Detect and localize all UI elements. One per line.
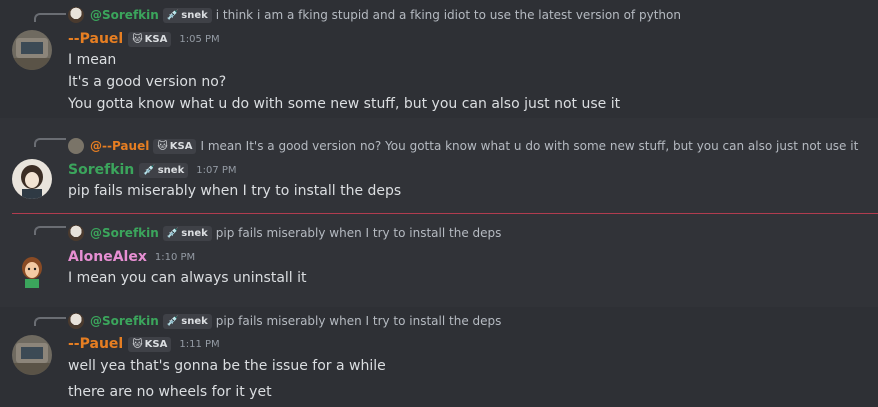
reply-text: i think i am a fking stupid and a fking …	[215, 8, 681, 22]
message-line: It's a good version no?	[68, 74, 227, 90]
pauel-avatar[interactable]	[12, 30, 52, 70]
reply-author[interactable]: @Sorefkin	[90, 8, 159, 22]
reply-connector	[34, 138, 66, 147]
sorefkin-mini-avatar	[68, 313, 84, 329]
username[interactable]: --Pauel	[68, 31, 123, 47]
reply-connector	[34, 317, 66, 326]
timestamp: 1:05 PM	[179, 33, 220, 45]
message-1[interactable]: @Sorefkin 💉 snek i think i am a fking stu…	[0, 0, 878, 118]
message-header: Sorefkin 💉 snek 1:07 PM	[68, 160, 237, 180]
username[interactable]: AloneAlex	[68, 249, 147, 265]
cat-icon: 🐱	[132, 33, 143, 45]
new-messages-divider	[12, 213, 878, 214]
cat-icon: 🐱	[132, 338, 143, 350]
syringe-icon: 💉	[166, 9, 180, 21]
message-2[interactable]: @--Pauel 🐱 KSA I mean It's a good version…	[0, 130, 878, 210]
syringe-icon: 💉	[166, 227, 180, 239]
reply-preview[interactable]: @Sorefkin 💉 snek i think i am a fking stu…	[68, 6, 681, 24]
role-tag: 💉 snek	[139, 162, 189, 178]
pauel-mini-avatar	[68, 138, 84, 154]
reply-preview[interactable]: @Sorefkin 💉 snek pip fails miserably when…	[68, 312, 501, 330]
reply-preview[interactable]: @--Pauel 🐱 KSA I mean It's a good version…	[68, 137, 858, 155]
pauel-avatar[interactable]	[12, 335, 52, 375]
username[interactable]: --Pauel	[68, 336, 123, 352]
message-line: pip fails miserably when I try to instal…	[68, 183, 402, 199]
reply-author[interactable]: @Sorefkin	[90, 314, 159, 328]
message-header: --Pauel 🐱 KSA 1:05 PM	[68, 29, 220, 49]
role-tag: 💉 snek	[162, 225, 212, 241]
syringe-icon: 💉	[143, 164, 156, 176]
role-tag: 🐱 KSA	[128, 336, 172, 352]
role-tag: 🐱 KSA	[153, 138, 197, 154]
alonealex-avatar[interactable]	[15, 254, 49, 288]
reply-author[interactable]: @Sorefkin	[90, 226, 159, 240]
reply-connector	[34, 13, 66, 22]
sorefkin-avatar[interactable]	[12, 159, 52, 199]
sorefkin-mini-avatar	[68, 225, 84, 241]
role-tag: 🐱 KSA	[128, 31, 172, 47]
message-line: You gotta know what u do with some new s…	[68, 96, 621, 112]
timestamp: 1:11 PM	[179, 338, 220, 350]
cat-icon: 🐱	[157, 140, 168, 152]
role-tag: 💉 snek	[162, 7, 212, 23]
reply-text: pip fails miserably when I try to instal…	[215, 314, 502, 328]
reply-preview[interactable]: @Sorefkin 💉 snek pip fails miserably when…	[68, 224, 501, 242]
sorefkin-mini-avatar	[68, 7, 84, 23]
message-header: --Pauel 🐱 KSA 1:11 PM	[68, 334, 220, 354]
syringe-icon: 💉	[166, 315, 180, 327]
message-header: AloneAlex 1:10 PM	[68, 247, 195, 267]
message-3[interactable]: @Sorefkin 💉 snek pip fails miserably when…	[0, 216, 878, 296]
username[interactable]: Sorefkin	[68, 162, 134, 178]
reply-text: pip fails miserably when I try to instal…	[215, 226, 502, 240]
message-line: I mean	[68, 52, 117, 68]
reply-connector	[34, 226, 66, 235]
reply-text: I mean It's a good version no? You gotta…	[200, 139, 859, 153]
timestamp: 1:10 PM	[154, 251, 196, 263]
message-line: I mean you can always uninstall it	[68, 270, 307, 286]
reply-author[interactable]: @--Pauel	[90, 139, 149, 153]
role-tag: 💉 snek	[162, 313, 212, 329]
message-4[interactable]: @Sorefkin 💉 snek pip fails miserably when…	[0, 307, 878, 407]
message-line: there are no wheels for it yet	[68, 384, 272, 400]
message-line: well yea that's gonna be the issue for a…	[68, 358, 386, 374]
timestamp: 1:07 PM	[196, 164, 237, 176]
